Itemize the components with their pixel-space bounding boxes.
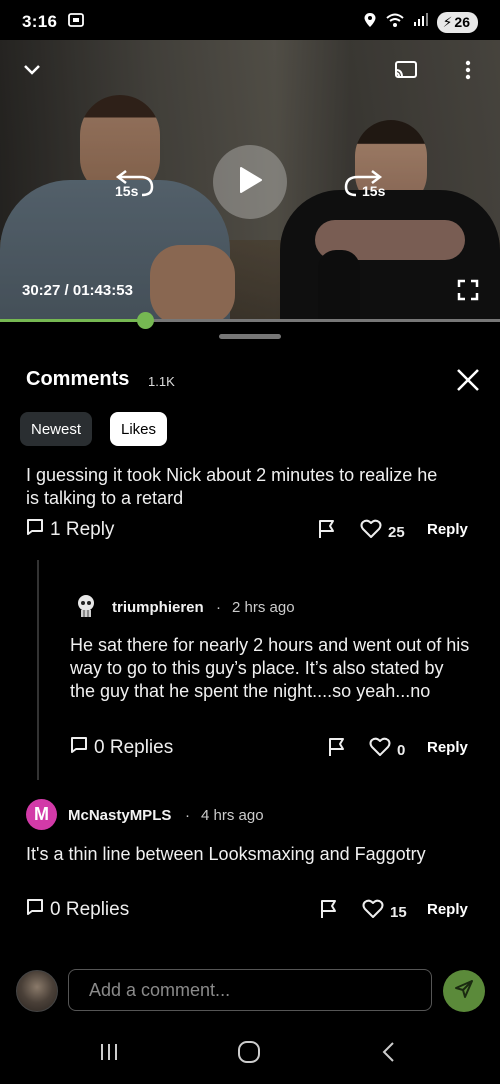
thread-line	[37, 560, 39, 780]
status-time: 3:16	[22, 12, 58, 31]
filter-newest[interactable]: Newest	[20, 412, 93, 446]
fullscreen-icon	[457, 279, 479, 306]
replies-label: 0 Replies	[94, 737, 174, 758]
cast-icon	[394, 60, 418, 85]
cast-button[interactable]	[392, 60, 420, 84]
avatar[interactable]: M	[26, 799, 57, 830]
comment-username[interactable]: McNastyMPLS	[68, 807, 171, 824]
back-icon	[381, 1041, 397, 1068]
comment-icon	[70, 736, 88, 760]
comment-icon	[26, 898, 44, 922]
flag-icon	[318, 520, 336, 543]
like-count: 0	[397, 741, 406, 759]
like-count: 15	[390, 903, 407, 921]
play-button[interactable]	[213, 145, 287, 219]
back-button[interactable]	[374, 1040, 404, 1068]
close-comments-button[interactable]	[454, 366, 482, 394]
recents-icon	[97, 1042, 121, 1067]
send-button[interactable]	[443, 970, 485, 1012]
wifi-icon	[385, 12, 405, 33]
recents-button[interactable]	[94, 1040, 124, 1068]
sheet-drag-handle[interactable]	[219, 334, 281, 339]
seek-forward-label: 15s	[362, 183, 386, 199]
flag-icon	[328, 738, 346, 761]
reply-button[interactable]: Reply	[427, 739, 468, 756]
chevron-down-icon	[23, 63, 41, 81]
comment-icon	[26, 518, 44, 542]
flag-button[interactable]	[320, 899, 338, 924]
replies-label: 1 Reply	[50, 519, 115, 540]
seek-back-label: 15s	[115, 183, 139, 199]
send-icon	[454, 979, 474, 1004]
battery-level: 26	[454, 14, 470, 30]
video-player[interactable]: 15s 15s 30:27 / 01:43:53	[0, 40, 500, 322]
reply-button[interactable]: Reply	[427, 521, 468, 538]
filter-likes[interactable]: Likes	[110, 412, 168, 446]
like-count: 25	[388, 523, 405, 541]
flag-icon	[320, 900, 338, 923]
video-timecode: 30:27 / 01:43:53	[22, 282, 133, 299]
heart-icon	[369, 737, 391, 763]
separator-dot: ·	[185, 807, 190, 824]
avatar[interactable]	[74, 593, 98, 619]
reply-time: 2 hrs ago	[232, 599, 295, 616]
comments-count: 1.1K	[148, 374, 175, 389]
video-progress-fill	[0, 319, 145, 322]
more-options-button[interactable]	[458, 60, 478, 84]
battery-indicator: ⚡ 26	[436, 11, 478, 33]
close-icon	[454, 369, 482, 398]
reply-text: He sat there for nearly 2 hours and went…	[70, 635, 470, 701]
bolt-icon: ⚡	[442, 13, 453, 30]
heart-icon	[360, 519, 382, 545]
fullscreen-button[interactable]	[454, 278, 482, 306]
screenshot-icon	[67, 11, 85, 34]
view-replies-button[interactable]: 0 Replies	[26, 898, 129, 922]
home-button[interactable]	[234, 1040, 264, 1068]
comment-text: I guessing it took Nick about 2 minutes …	[26, 465, 438, 508]
comments-title: Comments	[26, 368, 130, 390]
like-button[interactable]: 25	[360, 519, 405, 545]
separator-dot: ·	[216, 599, 221, 616]
like-button[interactable]: 0	[369, 737, 405, 763]
comment-text: It's a thin line between Looksmaxing and…	[26, 844, 426, 864]
home-icon	[237, 1040, 261, 1069]
video-progress-knob[interactable]	[137, 312, 154, 329]
flag-button[interactable]	[318, 519, 336, 544]
play-icon	[237, 166, 263, 199]
flag-button[interactable]	[328, 737, 346, 762]
heart-icon	[362, 899, 384, 925]
location-icon	[363, 12, 377, 33]
view-replies-button[interactable]: 1 Reply	[26, 518, 114, 542]
signal-icon	[413, 12, 429, 32]
like-button[interactable]: 15	[362, 899, 407, 925]
more-vert-icon	[465, 60, 471, 85]
status-bar: 3:16 ⚡ 26	[0, 0, 500, 44]
comment-input[interactable]	[68, 969, 432, 1011]
view-replies-button[interactable]: 0 Replies	[70, 736, 173, 760]
comment-time: 4 hrs ago	[201, 807, 264, 824]
reply-button[interactable]: Reply	[427, 901, 468, 918]
video-progress-bar[interactable]	[0, 312, 500, 329]
replies-label: 0 Replies	[50, 899, 130, 920]
reply-username[interactable]: triumphieren	[112, 599, 204, 616]
current-user-avatar	[16, 970, 58, 1012]
collapse-button[interactable]	[20, 60, 44, 84]
